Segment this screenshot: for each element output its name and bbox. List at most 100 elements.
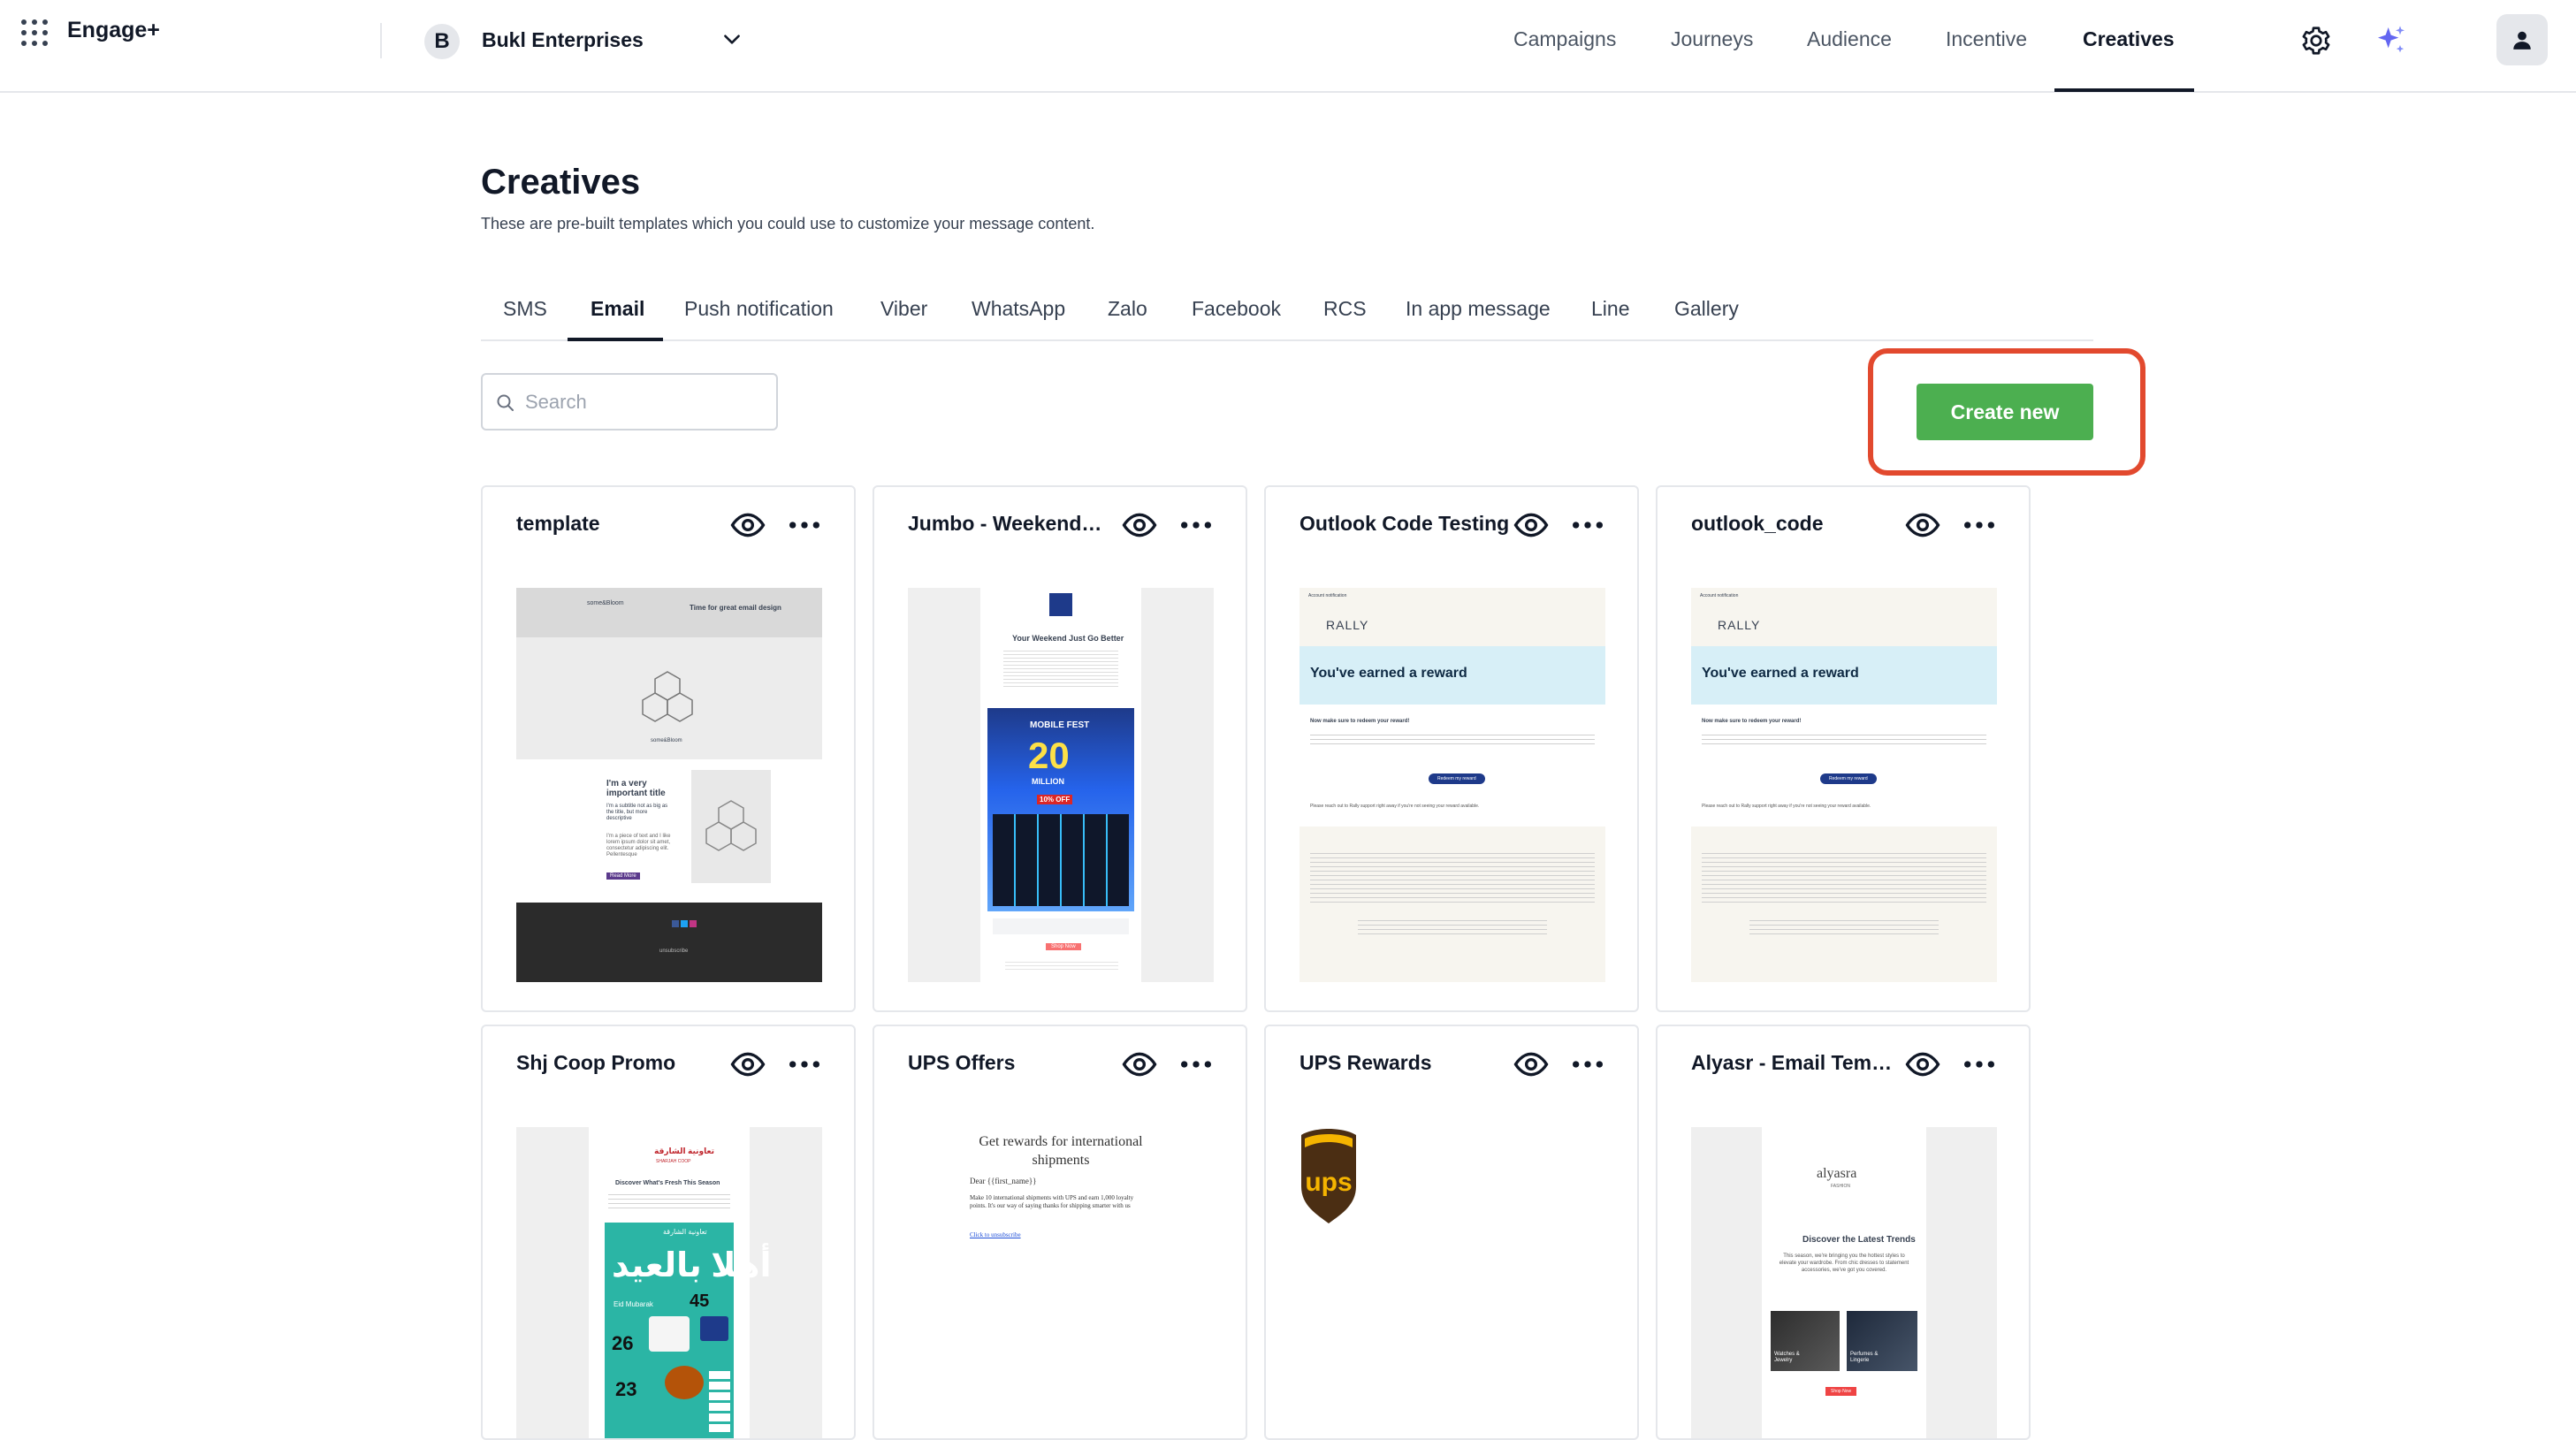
thumb-headline: You've earned a reward [1702,666,1859,681]
user-icon [2513,31,2531,50]
thumb-heading: Your Weekend Just Go Better [1012,634,1124,643]
ai-sparkle-icon[interactable] [2374,23,2409,58]
more-options-icon[interactable] [1962,510,1997,540]
tab-viber[interactable]: Viber [880,297,927,321]
more-options-icon[interactable] [1178,510,1214,540]
chevron-down-icon[interactable] [720,27,743,50]
tab-rcs[interactable]: RCS [1323,297,1367,321]
creative-card-shj-coop-promo[interactable]: Shj Coop Promo تعاونية الشارقة SHARJAH C… [481,1025,856,1440]
thumb-button: Redeem my reward [1429,773,1485,784]
thumb-arabic-logo-2: تعاونية الشارقة [663,1228,707,1236]
create-new-button[interactable]: Create new [1917,384,2093,440]
user-avatar[interactable] [2496,14,2548,65]
more-options-icon[interactable] [1570,1049,1605,1079]
creative-card-ups-offers[interactable]: UPS Offers Get rewards for international… [873,1025,1247,1440]
card-title: Outlook Code Testing [1299,512,1510,535]
eye-icon[interactable] [1513,1049,1549,1079]
thumb-button: Redeem my reward [1820,773,1877,784]
nav-audience[interactable]: Audience [1807,27,1892,51]
tab-email[interactable]: Email [591,297,644,321]
org-avatar[interactable]: B [424,24,460,59]
thumb-logo: alyasra [1817,1166,1857,1181]
tab-push-notification[interactable]: Push notification [684,297,834,321]
more-options-icon[interactable] [787,510,822,540]
thumb-line1: Now make sure to redeem your reward! [1310,719,1410,724]
thumb-offer: 10% OFF [1037,795,1073,804]
search-icon [497,394,514,411]
svg-text:ups: ups [1305,1168,1352,1197]
thumb-cta: Shop Now [1825,1387,1857,1396]
template-thumbnail: some&Bloom Time for great email design s… [516,588,822,982]
eye-icon[interactable] [1905,510,1940,540]
page-title: Creatives [481,163,641,202]
tab-whatsapp[interactable]: WhatsApp [972,297,1065,321]
gear-icon[interactable] [2300,25,2332,57]
thumb-heading: I'm a very important title [606,779,666,798]
card-title: outlook_code [1691,512,1824,535]
thumb-heading: Discover the Latest Trends [1802,1235,1916,1245]
search-input[interactable] [525,385,764,419]
thumb-top: Account notification [1700,593,1739,598]
ups-offers-thumbnail: Get rewards for international shipments … [908,1127,1214,1438]
tab-gallery[interactable]: Gallery [1674,297,1739,321]
tab-sms[interactable]: SMS [503,297,547,321]
more-options-icon[interactable] [1178,1049,1214,1079]
thumb-logo-text: some&Bloom [587,600,624,606]
eye-icon[interactable] [730,510,766,540]
tab-facebook[interactable]: Facebook [1192,297,1281,321]
thumb-banner-top: MOBILE FEST [1030,720,1090,730]
cube-graphic-icon [705,800,757,851]
thumb-arabic-logo: تعاونية الشارقة [654,1147,714,1155]
creative-card-outlook-code-testing[interactable]: Outlook Code Testing Account notificatio… [1264,485,1639,1012]
nav-incentive[interactable]: Incentive [1946,27,2027,51]
thumb-body: This season, we're bringing you the hott… [1779,1253,1909,1273]
card-title: Jumbo - Weekend Fl... [908,512,1102,535]
header-divider [380,23,382,58]
thumb-price2: 26 [612,1332,634,1354]
eye-icon[interactable] [730,1049,766,1079]
eye-icon[interactable] [1513,510,1549,540]
thumb-logo-sub: FASHION [1831,1184,1850,1189]
thumb-line2: Please reach out to Rally support right … [1702,804,1871,809]
ups-rewards-thumbnail: ups [1299,1127,1605,1438]
thumb-sub: I'm a subtitle not as big as the title, … [606,804,668,821]
creative-card-jumbo[interactable]: Jumbo - Weekend Fl... Your Weekend Just … [873,485,1247,1012]
nav-campaigns[interactable]: Campaigns [1513,27,1616,51]
eye-icon[interactable] [1905,1049,1940,1079]
creative-card-template[interactable]: template some&Bloom Time for great email… [481,485,856,1012]
thumb-top: Account notification [1308,593,1347,598]
creative-card-outlook-code[interactable]: outlook_code Account notification RALLY … [1656,485,2031,1012]
alyasr-thumbnail: alyasra FASHION Discover the Latest Tren… [1691,1127,1997,1438]
brand-name: Engage+ [67,18,160,42]
eye-icon[interactable] [1122,1049,1157,1079]
nav-journeys[interactable]: Journeys [1671,27,1753,51]
thumb-footer: unsubscribe [659,949,689,954]
thumb-logo: SHARJAH COOP [656,1159,691,1164]
thumb-button: Read More [606,872,640,880]
tab-in-app-message[interactable]: In app message [1406,297,1551,321]
more-options-icon[interactable] [787,1049,822,1079]
more-options-icon[interactable] [1570,510,1605,540]
thumb-price1: 45 [690,1291,710,1311]
thumb-price3: 23 [615,1378,637,1400]
cube-graphic-icon [642,671,693,722]
thumb-headline: You've earned a reward [1310,666,1467,681]
creative-card-alyasr[interactable]: Alyasr - Email Templ... alyasra FASHION … [1656,1025,2031,1440]
tab-zalo[interactable]: Zalo [1108,297,1147,321]
nav-creatives[interactable]: Creatives [2083,27,2175,51]
org-selector-label[interactable]: Bukl Enterprises [482,28,644,52]
channel-tabs: SMS Email Push notification Viber WhatsA… [481,293,2093,341]
eye-icon[interactable] [1122,510,1157,540]
tab-line[interactable]: Line [1591,297,1629,321]
thumb-tile1: Watches & Jewelry [1774,1352,1800,1363]
thumb-line2: Please reach out to Rally support right … [1310,804,1480,809]
creative-card-ups-rewards[interactable]: UPS Rewards ups [1264,1025,1639,1440]
thumb-tile2: Perfumes & Lingerie [1850,1352,1879,1363]
page-subtitle: These are pre-built templates which you … [481,215,1095,232]
thumb-eid: Eid Mubarak [614,1300,653,1308]
shj-coop-thumbnail: تعاونية الشارقة SHARJAH COOP Discover Wh… [516,1127,822,1438]
apps-grid-icon[interactable] [21,19,48,46]
thumb-heading: Get rewards for international shipments [979,1134,1143,1168]
more-options-icon[interactable] [1962,1049,1997,1079]
thumb-cta: Shop Now [1046,943,1081,950]
